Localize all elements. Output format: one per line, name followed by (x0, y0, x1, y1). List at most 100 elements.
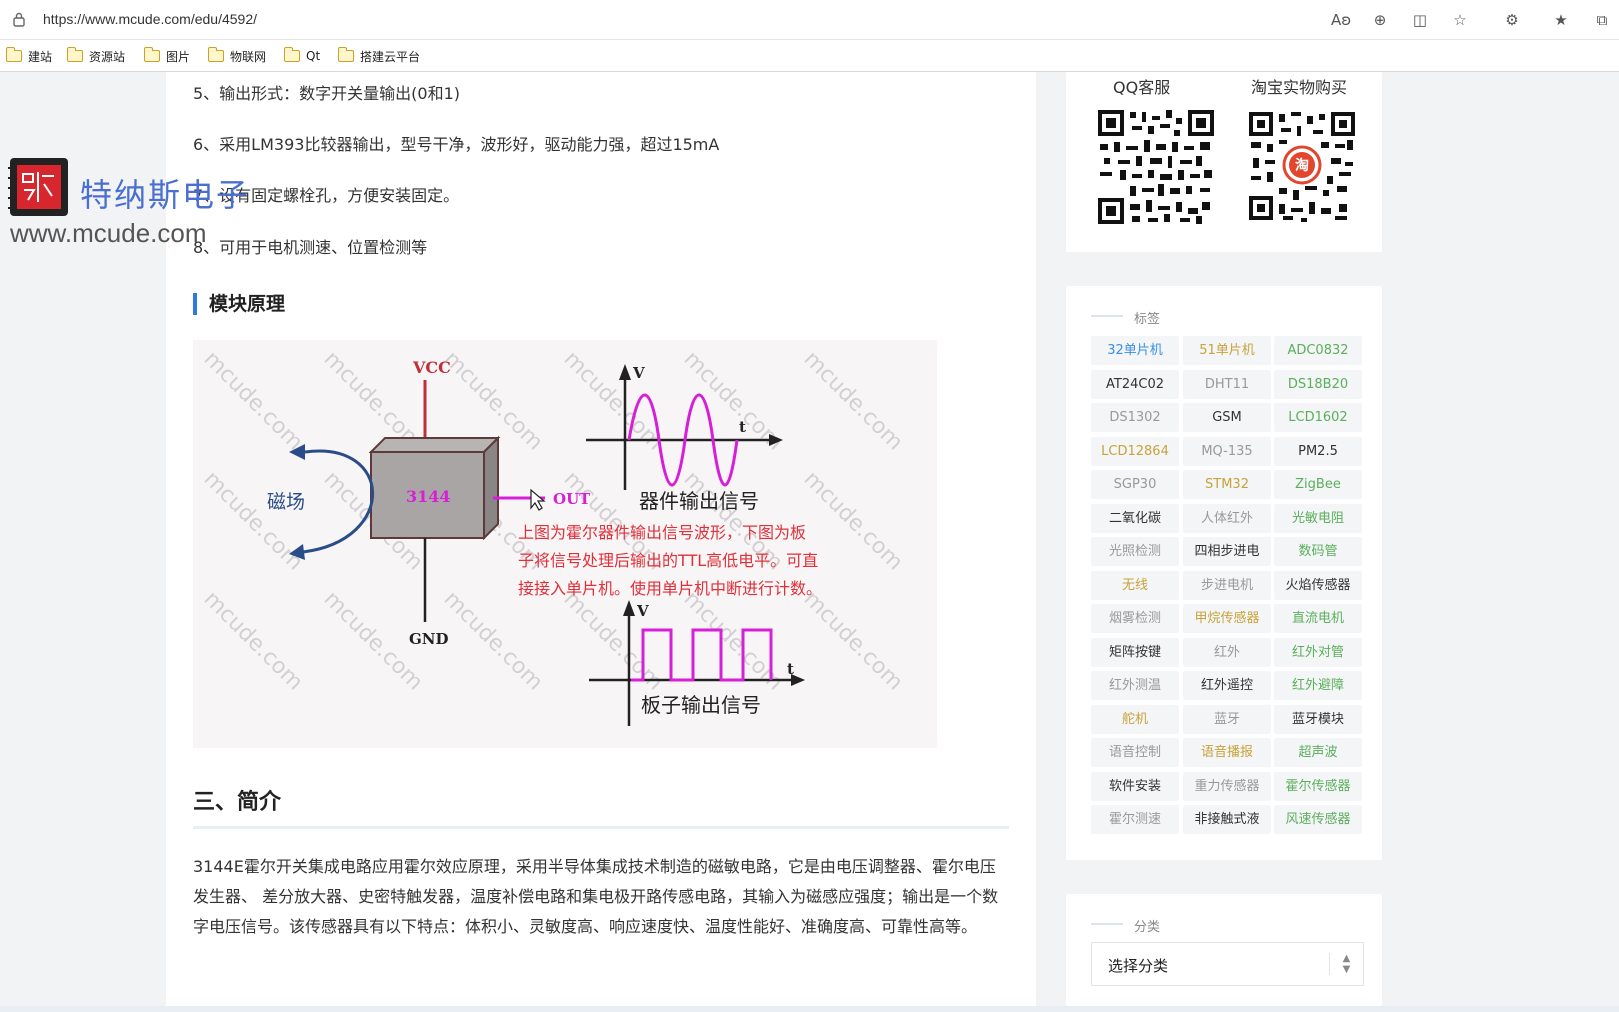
bookmark-item[interactable]: 资源站 (66, 46, 125, 66)
tag-item[interactable]: 红外对管 (1274, 637, 1362, 667)
folder-icon (207, 47, 224, 62)
select-arrows-icon[interactable]: ▲ ▼ (1329, 953, 1363, 975)
tag-item[interactable]: 火焰传感器 (1274, 570, 1362, 600)
tag-item[interactable]: DS18B20 (1274, 369, 1362, 399)
tag-item[interactable]: PM2.5 (1274, 436, 1362, 466)
upper-t-label: t (739, 418, 746, 436)
folder-icon (337, 47, 354, 62)
favorite-star-icon[interactable]: ☆ (1450, 10, 1470, 30)
diagram-note-line: 上图为霍尔器件输出信号波形，下图为板 (518, 523, 806, 542)
feature-item: 8、可用于电机测速、位置检测等 (193, 238, 428, 257)
extensions-icon[interactable]: ⚙ (1502, 10, 1522, 30)
tag-item[interactable]: 软件安装 (1091, 771, 1179, 801)
tag-item[interactable]: 数码管 (1274, 537, 1362, 566)
out-label: OUT (553, 490, 591, 508)
tag-item[interactable]: 红外避障 (1274, 671, 1362, 700)
lower-t-label: t (787, 660, 794, 678)
diagram-note-line: 子将信号处理后输出的TTL高低电平。可直 (518, 551, 818, 570)
tag-item[interactable]: 蓝牙模块 (1274, 704, 1362, 734)
tag-item[interactable]: 直流电机 (1274, 604, 1362, 633)
vcc-label: VCC (412, 358, 451, 377)
tags-label: 标签 (1134, 312, 1161, 327)
tag-item[interactable]: 舵机 (1091, 704, 1179, 734)
tag-item[interactable]: 霍尔传感器 (1274, 771, 1362, 801)
upper-v-label: V (632, 364, 645, 382)
svg-text:mcude.com: mcude.com (799, 587, 908, 696)
taobao-qr-code-icon[interactable]: 淘 (1247, 110, 1357, 222)
tag-item[interactable]: AT24C02 (1091, 369, 1179, 399)
tag-item[interactable]: 无线 (1091, 570, 1179, 600)
tag-item[interactable]: GSM (1183, 403, 1271, 432)
tag-item[interactable]: 红外 (1183, 637, 1271, 667)
tag-item[interactable]: 光照检测 (1091, 537, 1179, 566)
tag-item[interactable]: 甲烷传感器 (1183, 604, 1271, 633)
tag-item[interactable]: 蓝牙 (1183, 704, 1271, 734)
svg-text:mcude.com: mcude.com (199, 467, 308, 576)
mouse-cursor-icon (530, 488, 546, 511)
chip-side (483, 435, 499, 541)
chip-label: 3144 (406, 487, 451, 506)
tag-item[interactable]: SGP30 (1091, 470, 1179, 499)
tag-item[interactable]: 51单片机 (1183, 336, 1271, 365)
tag-item[interactable]: 重力传感器 (1183, 771, 1271, 801)
feature-item: 6、采用LM393比较器输出，型号干净，波形好，驱动能力强，超过15mA (193, 135, 720, 154)
tag-item[interactable]: 步进电机 (1183, 570, 1271, 600)
tag-item[interactable]: 矩阵按键 (1091, 637, 1179, 667)
tag-item[interactable]: 风速传感器 (1274, 805, 1362, 834)
url-field[interactable]: https://www.mcude.com/edu/4592/ (43, 11, 257, 27)
tag-item[interactable]: MQ-135 (1183, 436, 1271, 466)
favorites-list-icon[interactable]: ★ (1551, 10, 1571, 30)
tag-item[interactable]: 烟雾检测 (1091, 604, 1179, 633)
section-heading-intro: 三、简介 (193, 790, 282, 815)
tag-item[interactable]: 32单片机 (1091, 336, 1179, 365)
split-screen-icon[interactable]: ◫ (1410, 10, 1430, 30)
intro-paragraph: 3144E霍尔开关集成电路应用霍尔效应原理，采用半导体集成技术制造的磁敏电路，它… (193, 857, 999, 936)
qq-qr-code-icon[interactable] (1096, 108, 1216, 226)
tag-item[interactable]: LCD1602 (1274, 403, 1362, 432)
watermark-url: www.mcude.com (10, 218, 207, 248)
tag-item[interactable]: 非接触式液 (1183, 805, 1271, 834)
bookmarks-bar: 建站 资源站 图片 物联网 Qt 搭建云平台 (0, 40, 1619, 72)
diagram-watermarks: mcude.com mcude.com mcude.com mcude.com … (199, 347, 908, 696)
bookmark-item[interactable]: Qt (283, 46, 320, 66)
zoom-icon[interactable]: ⊕ (1370, 10, 1390, 30)
tag-item[interactable]: ADC0832 (1274, 336, 1362, 365)
bookmark-item[interactable]: 物联网 (207, 46, 266, 66)
read-aloud-icon[interactable]: Aʚ (1331, 10, 1351, 30)
tag-item[interactable]: 超声波 (1274, 738, 1362, 767)
tag-item[interactable]: 红外遥控 (1183, 671, 1271, 700)
tag-item[interactable]: 语音播报 (1183, 738, 1271, 767)
address-bar: https://www.mcude.com/edu/4592/ Aʚ ⊕ ◫ ☆… (0, 0, 1619, 40)
folder-icon (66, 47, 83, 62)
collections-icon[interactable]: ⧉ (1592, 10, 1612, 30)
diagram-svg: mcude.com mcude.com mcude.com mcude.com … (199, 347, 908, 726)
tag-item[interactable]: 二氧化碳 (1091, 503, 1179, 533)
tag-item[interactable]: DS1302 (1091, 403, 1179, 432)
page-bottom-strip (0, 1006, 1619, 1012)
tag-item[interactable]: LCD12864 (1091, 436, 1179, 466)
tag-item[interactable]: DHT11 (1183, 369, 1271, 399)
tag-item[interactable]: 语音控制 (1091, 738, 1179, 767)
lower-v-label: V (636, 602, 649, 620)
section-divider (193, 826, 1009, 829)
folder-icon (283, 47, 300, 62)
lock-icon[interactable] (12, 11, 26, 27)
folder-icon (5, 47, 22, 62)
diagram-note-line: 接接入单片机。使用单片机中断进行计数。 (518, 579, 822, 598)
tag-item[interactable]: 红外测温 (1091, 671, 1179, 700)
svg-text:mcude.com: mcude.com (199, 587, 308, 696)
category-select[interactable]: 选择分类 ▲ ▼ (1091, 942, 1364, 986)
board-signal-label: 板子输出信号 (641, 693, 761, 717)
tns-logo-icon (8, 158, 68, 216)
tag-item[interactable]: 霍尔测速 (1091, 805, 1179, 834)
tag-item[interactable]: 光敏电阻 (1274, 503, 1362, 533)
tag-item[interactable]: 人体红外 (1183, 503, 1271, 533)
tag-item[interactable]: 四相步进电 (1183, 537, 1271, 566)
svg-text:mcude.com: mcude.com (799, 347, 908, 456)
bookmark-item[interactable]: 图片 (143, 46, 190, 66)
bookmark-item[interactable]: 搭建云平台 (337, 46, 420, 66)
tag-item[interactable]: ZigBee (1274, 470, 1362, 499)
feature-item: 5、输出形式：数字开关量输出(0和1) (193, 84, 461, 103)
tag-item[interactable]: STM32 (1183, 470, 1271, 499)
bookmark-item[interactable]: 建站 (5, 46, 52, 66)
